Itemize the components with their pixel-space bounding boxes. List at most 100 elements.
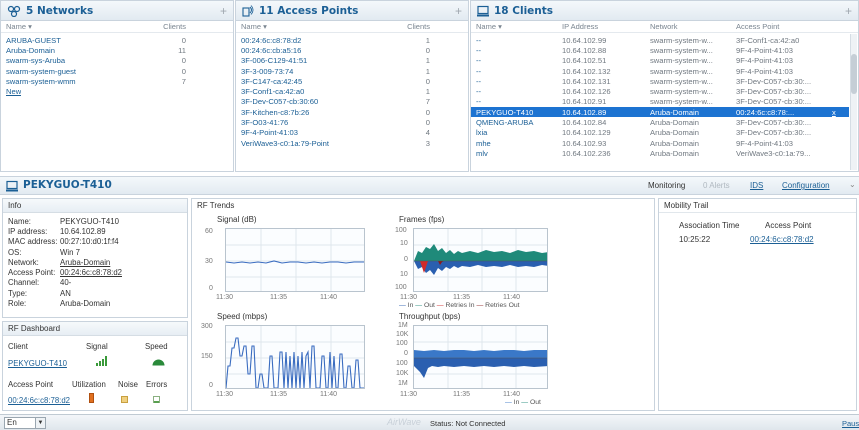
table-row[interactable]: -- 10.64.102.132 swarm-system-w... 9F-4-Poi…	[471, 66, 849, 76]
col-ip[interactable]: IP Address	[562, 22, 650, 31]
col-clients[interactable]: Clients	[375, 22, 430, 31]
new-network-link[interactable]: New	[6, 87, 21, 96]
table-row[interactable]: VeriWave3-c0:1a:79-Point 3	[241, 138, 468, 148]
access-point-name[interactable]: 3F-Dev-C057-cb:30:60	[241, 97, 375, 106]
dashboard-client-link[interactable]: PEKYGUO-T410	[8, 359, 67, 368]
client-name[interactable]: PEKYGUO-T410	[476, 108, 562, 117]
table-row[interactable]: -- 10.64.102.126 swarm-system-w... 3F-Dev-C…	[471, 86, 849, 96]
col-name[interactable]: Name ▾	[6, 22, 126, 31]
speed-gauge-icon	[152, 358, 165, 366]
client-network: swarm-system-w...	[650, 45, 713, 55]
access-point-name[interactable]: 3F-C147-ca:42:45	[241, 77, 375, 86]
info-network-link[interactable]: Aruba-Domain	[60, 258, 110, 267]
table-row[interactable]: -- 10.64.102.51 swarm-system-w... 9F-4-Poin…	[471, 56, 849, 66]
table-row[interactable]: 3F-Conf1-ca:42:a0 1	[241, 86, 468, 96]
table-row[interactable]: 3F-006-C129-41:51 1	[241, 56, 468, 66]
access-point-name[interactable]: 00:24:6c:c8:78:d2	[241, 36, 375, 45]
client-name[interactable]: mlv	[476, 149, 562, 158]
signal-x-tick: 11:35	[270, 294, 287, 301]
table-row[interactable]: swarm-system-wmm 7	[6, 76, 233, 86]
table-row[interactable]: 00:24:6c:c8:78:d2 1	[241, 35, 468, 45]
legend-retries-in: Retries In	[445, 302, 475, 309]
table-row[interactable]: 3F-O03-41:76 0	[241, 117, 468, 127]
ids-tab[interactable]: IDS	[750, 181, 763, 190]
table-row[interactable]: Aruba-Domain 11	[6, 45, 233, 55]
network-name[interactable]: swarm-system-guest	[6, 67, 126, 76]
network-name[interactable]: ARUBA-GUEST	[6, 36, 126, 45]
alerts-tab[interactable]: 0 Alerts	[703, 181, 730, 190]
client-name[interactable]: --	[476, 77, 562, 86]
networks-header: 5 Networks +	[1, 1, 233, 21]
client-name[interactable]: --	[476, 36, 562, 45]
client-name[interactable]: lxia	[476, 128, 562, 137]
table-row[interactable]: 3F-Dev-C057-cb:30:60 7	[241, 97, 468, 107]
col-network[interactable]: Network	[650, 22, 736, 31]
errors-bar-icon	[153, 396, 160, 403]
rf-dashboard-panel: RF Dashboard Client Signal Speed PEKYGUO…	[2, 321, 188, 411]
client-detail-bar: PEKYGUO-T410 Monitoring 0 Alerts IDS Con…	[0, 176, 859, 195]
network-name[interactable]: Aruba-Domain	[6, 46, 126, 55]
client-name[interactable]: --	[476, 87, 562, 96]
access-point-name[interactable]: 9F-4-Point-41:03	[241, 128, 375, 137]
client-name[interactable]: --	[476, 56, 562, 65]
info-ap-link[interactable]: 00:24:6c:c8:78:d2	[60, 268, 122, 277]
access-point-name[interactable]: 3F-O03-41:76	[241, 118, 375, 127]
client-ip: 10.64.102.236	[562, 148, 611, 158]
mobility-ap-link[interactable]: 00:24:6c:c8:78:d2	[750, 235, 814, 244]
client-name[interactable]: --	[476, 46, 562, 55]
selected-table-row[interactable]: PEKYGUO-T410 10.64.102.89 Aruba-Domain 00:2…	[471, 107, 849, 118]
table-row[interactable]: mlv 10.64.102.236 Aruba-Domain VeriWave3-c0…	[471, 148, 849, 158]
pause-link[interactable]: Paus	[842, 419, 859, 428]
table-row[interactable]: 00:24:6c:cb:a5:16 0	[241, 45, 468, 55]
client-name[interactable]: --	[476, 97, 562, 106]
table-row[interactable]: QMENG-ARUBA 10.64.102.84 Aruba-Domain 3F-De…	[471, 117, 849, 127]
network-clients: 0	[181, 66, 186, 76]
language-select[interactable]: En ▼	[4, 417, 46, 429]
access-point-name[interactable]: 3F-Conf1-ca:42:a0	[241, 87, 375, 96]
close-icon[interactable]: x	[832, 108, 836, 117]
col-clients[interactable]: Clients	[126, 22, 186, 31]
signal-y-tick: 60	[205, 228, 213, 235]
client-network: swarm-system-w...	[650, 66, 713, 76]
network-name[interactable]: swarm-sys-Aruba	[6, 56, 126, 65]
signal-chart-title: Signal (dB)	[217, 215, 257, 224]
info-type: AN	[60, 288, 71, 298]
info-os: Win 7	[60, 247, 80, 257]
configuration-tab[interactable]: Configuration	[782, 181, 830, 190]
table-row[interactable]: -- 10.64.102.91 swarm-system-w... 3F-Dev-C0…	[471, 97, 849, 107]
table-row[interactable]: -- 10.64.102.131 swarm-system-w... 3F-Dev-C…	[471, 76, 849, 86]
access-point-name[interactable]: 3F-3-009-73:74	[241, 67, 375, 76]
table-row[interactable]: ARUBA-GUEST 0	[6, 35, 233, 45]
table-row[interactable]: swarm-system-guest 0	[6, 66, 233, 76]
clients-scrollbar[interactable]	[850, 34, 857, 170]
col-name[interactable]: Name ▾	[476, 22, 562, 31]
clients-add-icon[interactable]: +	[845, 4, 852, 18]
access-point-name[interactable]: VeriWave3-c0:1a:79-Point	[241, 139, 375, 148]
col-access-point[interactable]: Access Point	[736, 22, 841, 31]
table-row[interactable]: -- 10.64.102.88 swarm-system-w... 9F-4-Poin…	[471, 45, 849, 55]
client-name[interactable]: --	[476, 67, 562, 76]
access-point-clients: 1	[425, 56, 430, 66]
table-row[interactable]: -- 10.64.102.99 swarm-system-w... 3F-Conf1-…	[471, 35, 849, 45]
table-row[interactable]: 3F-Kitchen-c8:7b:26 0	[241, 107, 468, 117]
table-row[interactable]: lxia 10.64.102.129 Aruba-Domain 3F-Dev-C057…	[471, 128, 849, 138]
table-row[interactable]: mhe 10.64.102.93 Aruba-Domain 9F-4-Point-41…	[471, 138, 849, 148]
dashboard-ap-link[interactable]: 00:24:6c:c8:78:d2	[8, 396, 70, 405]
signal-x-tick: 11:40	[320, 294, 337, 301]
table-row[interactable]: 3F-C147-ca:42:45 0	[241, 76, 468, 86]
table-row[interactable]: swarm-sys-Aruba 0	[6, 56, 233, 66]
client-name[interactable]: QMENG-ARUBA	[476, 118, 562, 127]
chevron-down-icon[interactable]: ⌄	[849, 180, 856, 189]
access-points-add-icon[interactable]: +	[455, 4, 462, 18]
networks-add-icon[interactable]: +	[220, 4, 227, 18]
access-point-name[interactable]: 00:24:6c:cb:a5:16	[241, 46, 375, 55]
client-name[interactable]: mhe	[476, 139, 562, 148]
network-name[interactable]: swarm-system-wmm	[6, 77, 126, 86]
access-point-name[interactable]: 3F-006-C129-41:51	[241, 56, 375, 65]
access-point-name[interactable]: 3F-Kitchen-c8:7b:26	[241, 108, 375, 117]
speed-x-tick: 11:30	[216, 391, 233, 398]
table-row[interactable]: 9F-4-Point-41:03 4	[241, 128, 468, 138]
monitoring-tab[interactable]: Monitoring	[648, 181, 685, 190]
table-row[interactable]: 3F-3-009-73:74 1	[241, 66, 468, 76]
col-name[interactable]: Name ▾	[241, 22, 375, 31]
